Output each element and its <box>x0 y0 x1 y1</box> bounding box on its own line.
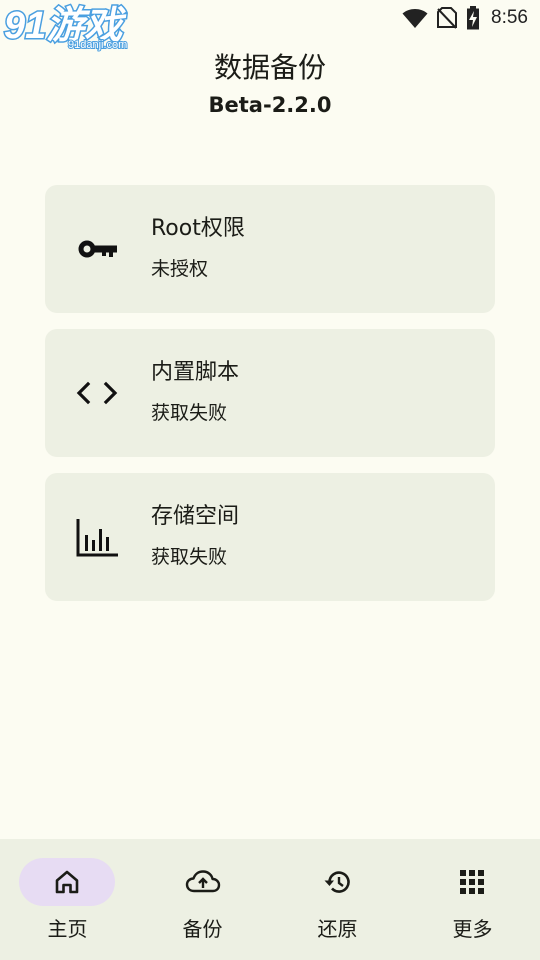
card-subtitle: 获取失败 <box>151 546 228 568</box>
nav-item-home[interactable]: 主页 <box>0 839 135 960</box>
version-label: Beta-2.2.0 <box>208 93 332 117</box>
wifi-icon <box>402 9 428 28</box>
nav-item-restore[interactable]: 还原 <box>270 839 405 960</box>
battery-charging-icon <box>467 6 480 30</box>
no-sim-icon <box>437 7 458 29</box>
status-time: 8:56 <box>491 7 528 28</box>
nav-label: 还原 <box>317 917 358 941</box>
home-icon <box>55 870 79 894</box>
card-title: 存储空间 <box>151 504 240 529</box>
nav-label: 主页 <box>47 917 88 941</box>
nav-label: 备份 <box>182 917 223 941</box>
card-subtitle: 未授权 <box>151 258 209 280</box>
card-title: Root权限 <box>151 216 245 241</box>
bottom-navigation: 主页 备份 还原 更多 <box>0 839 540 960</box>
status-icons: 8:56 <box>402 5 528 31</box>
builtin-script-card[interactable]: 内置脚本 获取失败 <box>45 329 495 457</box>
card-title: 内置脚本 <box>151 360 240 385</box>
bar-chart-icon <box>76 519 118 557</box>
root-permission-card[interactable]: Root权限 未授权 <box>45 185 495 313</box>
page-title: 数据备份 <box>213 51 326 84</box>
history-icon <box>324 871 350 893</box>
code-icon <box>76 381 118 405</box>
status-bar: 91游戏 91danji.com 8:56 <box>0 0 540 53</box>
apps-grid-icon <box>460 870 484 894</box>
nav-item-backup[interactable]: 备份 <box>135 839 270 960</box>
watermark-logo: 91游戏 91danji.com <box>3 4 129 53</box>
nav-item-more[interactable]: 更多 <box>405 839 540 960</box>
card-subtitle: 获取失败 <box>151 402 228 424</box>
key-icon <box>78 240 117 258</box>
cloud-upload-icon <box>185 870 221 893</box>
nav-label: 更多 <box>452 917 493 941</box>
storage-space-card[interactable]: 存储空间 获取失败 <box>45 473 495 601</box>
